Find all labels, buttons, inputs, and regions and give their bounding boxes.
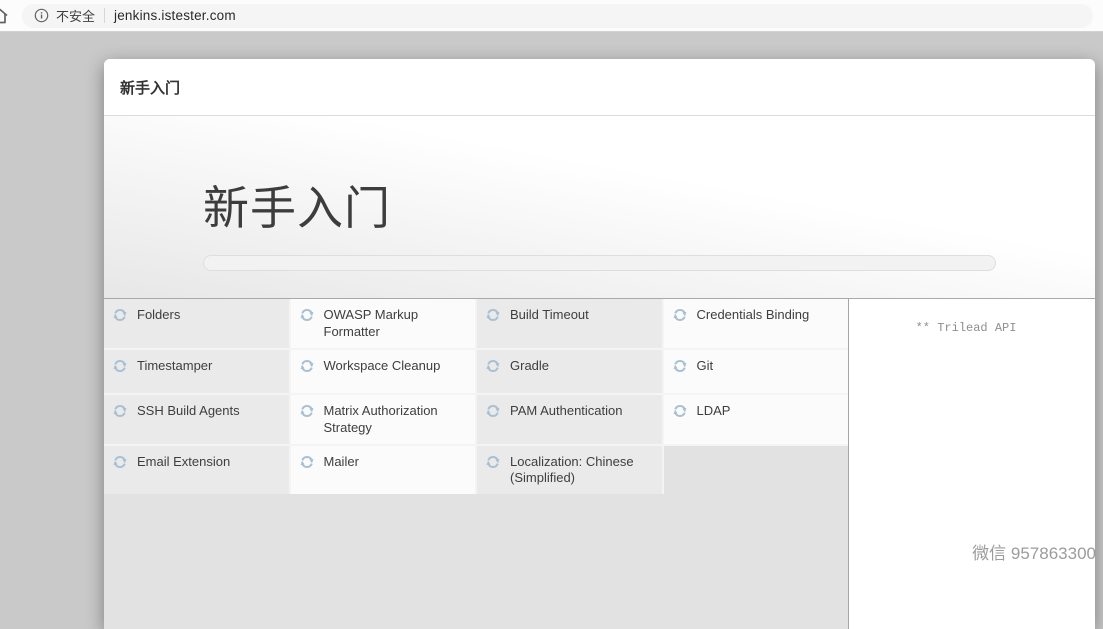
plugin-label: LDAP: [697, 402, 731, 420]
browser-address-bar: 不安全 jenkins.istester.com: [0, 0, 1103, 32]
refresh-spinner-icon: [112, 358, 128, 374]
banner-title: 新手入门: [203, 184, 1095, 234]
plugin-label: Localization: Chinese (Simplified): [510, 453, 654, 488]
plugin-cell: Localization: Chinese (Simplified): [477, 446, 662, 495]
refresh-spinner-icon: [485, 358, 501, 374]
plugin-cell: Email Extension: [104, 446, 289, 495]
plugin-label: Git: [697, 357, 714, 375]
plugin-cell: Folders: [104, 299, 289, 348]
url-text: jenkins.istester.com: [114, 8, 236, 23]
plugin-cell: Workspace Cleanup: [291, 350, 476, 393]
plugin-cell: PAM Authentication: [477, 395, 662, 444]
url-omnibox[interactable]: 不安全 jenkins.istester.com: [22, 4, 1093, 28]
home-button[interactable]: [0, 5, 14, 27]
plugin-cell: OWASP Markup Formatter: [291, 299, 476, 348]
home-icon: [0, 6, 10, 26]
console-panel: ** Trilead API: [848, 299, 1095, 629]
getting-started-banner: 新手入门: [104, 116, 1095, 298]
refresh-spinner-icon: [299, 307, 315, 323]
plugin-cell: Git: [664, 350, 849, 393]
plugin-label: Folders: [137, 306, 180, 324]
refresh-spinner-icon: [299, 358, 315, 374]
refresh-spinner-icon: [672, 307, 688, 323]
refresh-spinner-icon: [485, 454, 501, 470]
plugin-cell: LDAP: [664, 395, 849, 444]
plugin-label: Timestamper: [137, 357, 212, 375]
refresh-spinner-icon: [672, 403, 688, 419]
dialog-header: 新手入门: [104, 59, 1095, 116]
plugin-label: Email Extension: [137, 453, 230, 471]
refresh-spinner-icon: [112, 454, 128, 470]
plugin-label: Mailer: [324, 453, 359, 471]
omnibox-divider: [104, 8, 105, 23]
refresh-spinner-icon: [672, 358, 688, 374]
setup-wizard-dialog: 新手入门 新手入门 Folders: [104, 59, 1095, 629]
plugin-label: Matrix Authorization Strategy: [324, 402, 468, 437]
refresh-spinner-icon: [485, 307, 501, 323]
plugin-grid: Folders OWASP Markup Formatter: [104, 299, 848, 494]
site-security-chip[interactable]: 不安全: [34, 6, 95, 25]
plugin-list-panel: Folders OWASP Markup Formatter: [104, 299, 848, 629]
plugin-label: Credentials Binding: [697, 306, 810, 324]
refresh-spinner-icon: [485, 403, 501, 419]
dialog-title: 新手入门: [120, 77, 180, 98]
plugin-cell: Gradle: [477, 350, 662, 393]
page-background: 新手入门 新手入门 Folders: [0, 32, 1103, 566]
empty-cell: [664, 446, 849, 495]
info-icon: [34, 8, 49, 23]
install-progress-bar: [203, 255, 996, 271]
refresh-spinner-icon: [299, 454, 315, 470]
plugin-cell: Build Timeout: [477, 299, 662, 348]
plugin-label: SSH Build Agents: [137, 402, 240, 420]
plugin-cell: Timestamper: [104, 350, 289, 393]
plugin-cell: SSH Build Agents: [104, 395, 289, 444]
plugin-label: Gradle: [510, 357, 549, 375]
console-line: ** Trilead API: [916, 321, 1017, 335]
plugin-cell: Mailer: [291, 446, 476, 495]
refresh-spinner-icon: [299, 403, 315, 419]
watermark-text: 微信 957863300: [972, 539, 1096, 564]
plugin-label: OWASP Markup Formatter: [324, 306, 468, 341]
security-label: 不安全: [56, 6, 95, 25]
plugin-label: Workspace Cleanup: [324, 357, 441, 375]
plugin-label: PAM Authentication: [510, 402, 623, 420]
plugin-cell: Matrix Authorization Strategy: [291, 395, 476, 444]
refresh-spinner-icon: [112, 403, 128, 419]
plugin-cell: Credentials Binding: [664, 299, 849, 348]
plugin-label: Build Timeout: [510, 306, 589, 324]
refresh-spinner-icon: [112, 307, 128, 323]
install-content: Folders OWASP Markup Formatter: [104, 298, 1095, 629]
